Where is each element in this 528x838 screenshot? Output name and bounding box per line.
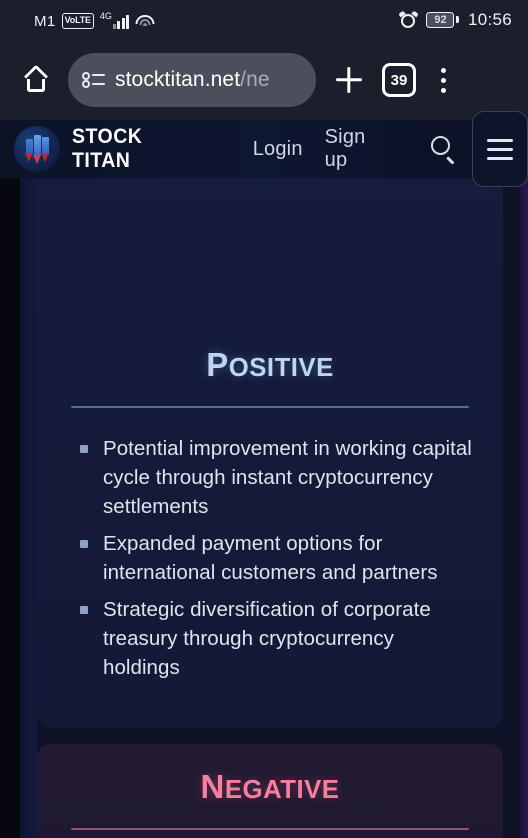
- hamburger-menu-button[interactable]: [471, 111, 528, 187]
- phone-screen: M1 VoLTE 4G 92 10:56 stocktitan.net/ne 3…: [0, 0, 528, 838]
- wifi-icon: [135, 14, 155, 29]
- list-item: Potential improvement in working capital…: [80, 434, 473, 521]
- positive-card: POSITIVE Potential improvement in workin…: [37, 178, 503, 728]
- positive-heading: POSITIVE: [37, 346, 503, 384]
- negative-divider: [71, 828, 469, 830]
- signup-link[interactable]: Sign up: [325, 126, 390, 172]
- positive-list: Potential improvement in working capital…: [37, 434, 503, 682]
- positive-heading-rest: OSITIVE: [228, 354, 334, 382]
- cellular-signal-icon: 4G: [99, 10, 130, 29]
- tab-count-label: 39: [390, 71, 408, 89]
- negative-heading: NEGATIVE: [37, 768, 503, 806]
- page-content: POSITIVE Potential improvement in workin…: [0, 178, 528, 838]
- alarm-icon: [398, 10, 420, 29]
- brand-name: STOCK TITAN: [72, 125, 143, 172]
- list-item: Strategic diversification of corporate t…: [80, 595, 473, 682]
- left-gutter: [0, 178, 20, 838]
- clock-label: 10:56: [467, 10, 512, 29]
- site-header: STOCK TITAN Login Sign up: [0, 111, 528, 187]
- home-icon: [23, 64, 49, 92]
- header-nav: Login Sign up: [253, 126, 456, 172]
- battery-level-label: 92: [426, 11, 455, 29]
- negative-heading-rest: EGATIVE: [224, 776, 340, 804]
- search-icon[interactable]: [431, 136, 455, 164]
- scrollbar-strip[interactable]: [520, 178, 528, 838]
- tab-switcher-button[interactable]: 39: [382, 63, 416, 97]
- url-path: /ne: [240, 68, 270, 91]
- url-bar[interactable]: stocktitan.net/ne: [68, 53, 316, 107]
- negative-card: NEGATIVE Exposure to cryptocurrency mark…: [37, 744, 503, 838]
- status-bar-right: 92 10:56: [398, 10, 512, 30]
- network-type-label: 4G: [99, 10, 112, 21]
- carrier-label: M1: [34, 12, 56, 30]
- battery-icon: 92: [426, 11, 459, 29]
- new-tab-button[interactable]: [326, 57, 372, 103]
- negative-heading-initial: N: [200, 768, 225, 805]
- left-edge-strip: [20, 178, 37, 838]
- site-logo[interactable]: STOCK TITAN: [14, 125, 211, 173]
- volte-badge: VoLTE: [61, 13, 94, 29]
- list-item: Expanded payment options for internation…: [80, 529, 473, 587]
- browser-toolbar: stocktitan.net/ne 39: [0, 40, 528, 120]
- positive-heading-initial: P: [206, 346, 229, 383]
- stock-titan-logo-icon: [14, 126, 60, 172]
- browser-menu-button[interactable]: [426, 58, 460, 102]
- home-button[interactable]: [14, 58, 58, 102]
- signal-bars-icon: [112, 14, 130, 29]
- url-text: stocktitan.net/ne: [115, 68, 270, 92]
- status-bar: M1 VoLTE 4G 92 10:56: [0, 0, 528, 40]
- login-link[interactable]: Login: [253, 138, 303, 161]
- url-domain: stocktitan.net: [115, 68, 241, 91]
- positive-divider: [71, 406, 469, 408]
- status-bar-left: M1 VoLTE 4G: [16, 10, 155, 30]
- site-settings-icon: [82, 70, 105, 90]
